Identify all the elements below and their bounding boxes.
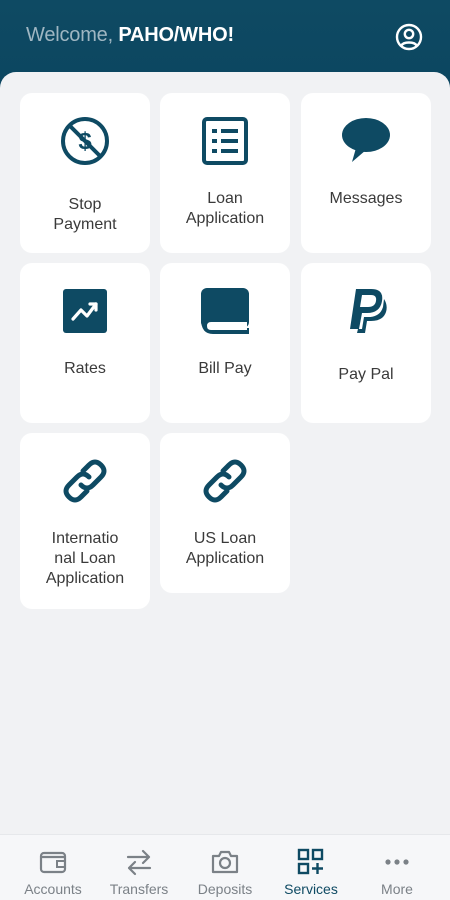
nav-item-more[interactable]: More	[352, 835, 442, 900]
nav-item-transfers[interactable]: Transfers	[94, 835, 184, 900]
nav-label: Deposits	[197, 881, 253, 897]
nav-item-deposits[interactable]: Deposits	[180, 835, 270, 900]
more-dots-icon	[385, 859, 409, 865]
tile-stop-payment[interactable]: $ StopPayment	[20, 93, 150, 253]
chat-bubble-icon	[342, 118, 390, 162]
tile-label: Internatio nal Loan Application	[45, 530, 125, 587]
transfer-arrows-icon	[126, 849, 152, 876]
nav-label: More	[381, 881, 413, 897]
profile-button[interactable]	[394, 22, 424, 52]
tile-label: Pay Pal	[338, 366, 394, 383]
bottom-navigation: Accounts Transfers Deposits Services Mor…	[0, 834, 450, 900]
user-circle-icon	[395, 23, 423, 51]
tile-label: Loan Application	[185, 190, 265, 227]
services-grid-icon	[297, 848, 324, 875]
tile-loan-application[interactable]: Loan Application	[160, 93, 290, 253]
organization-name: PAHO/WHO!	[118, 24, 234, 46]
services-panel: $ StopPayment LoanApplication Messages	[0, 72, 450, 834]
tile-us-loan-application[interactable]: US Loan Application	[160, 433, 290, 593]
welcome-prefix: Welcome,	[26, 24, 119, 46]
tile-label: US Loan Application	[185, 530, 265, 567]
nav-label: Services	[284, 881, 338, 897]
stop-payment-icon: $	[61, 117, 109, 165]
tile-rates[interactable]: Rates	[20, 263, 150, 423]
tile-label: Stop Payment	[53, 196, 117, 233]
nav-item-services[interactable]: Services	[266, 835, 356, 900]
wallet-icon	[39, 851, 67, 874]
nav-label: Transfers	[109, 881, 169, 897]
link-icon	[63, 459, 107, 503]
tile-international-loan-application[interactable]: Internatio nal Loan Application	[20, 433, 150, 609]
tile-messages[interactable]: Messages	[301, 93, 431, 253]
camera-icon	[211, 850, 239, 874]
tile-bill-pay[interactable]: Bill Pay	[160, 263, 290, 423]
tile-label: Messages	[329, 190, 403, 207]
nav-item-accounts[interactable]: Accounts	[8, 835, 98, 900]
tile-label: Rates	[64, 360, 106, 377]
link-icon	[203, 459, 247, 503]
tile-label: Bill Pay	[198, 360, 252, 377]
tile-paypal[interactable]: Pay Pal	[301, 263, 431, 423]
nav-label: Accounts	[24, 881, 82, 897]
welcome-text: Welcome, PAHO/WHO!	[26, 24, 234, 47]
list-document-icon	[202, 117, 248, 165]
trend-chart-icon	[63, 289, 107, 333]
book-icon	[201, 288, 249, 334]
paypal-icon	[350, 289, 387, 333]
